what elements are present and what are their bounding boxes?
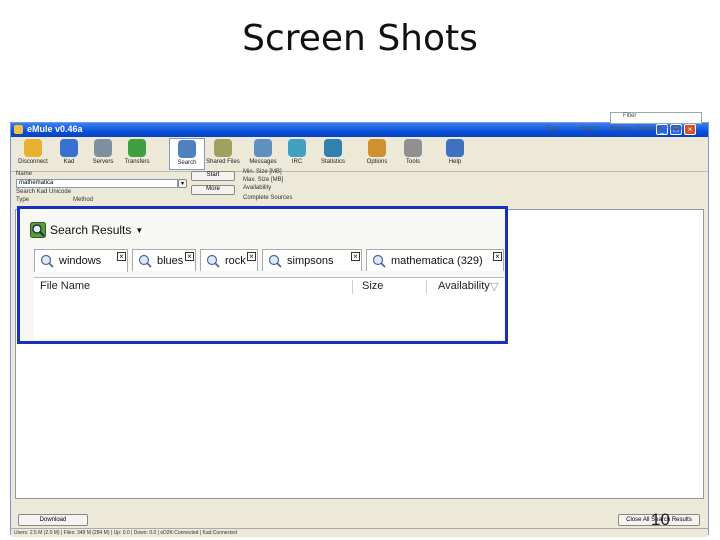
kad-icon: [60, 139, 78, 157]
tab-simpsons[interactable]: simpsons ×: [262, 249, 362, 271]
irc-icon: [288, 139, 306, 157]
sort-arrow-icon: ▽: [490, 281, 499, 293]
zoom-callout: Search Results ▼ windows × blues × rock × simps…: [17, 206, 508, 344]
toolbar-label: Tools: [405, 159, 420, 165]
toolbar-label: Disconnect: [18, 159, 48, 165]
tab-close-icon[interactable]: ×: [247, 252, 256, 261]
search-unicode-checkbox[interactable]: Search Kad Unicode: [16, 189, 71, 195]
search-results-icon: [30, 222, 46, 238]
toolbar-options-button[interactable]: Options: [359, 138, 395, 170]
tab-close-icon[interactable]: ×: [185, 252, 194, 261]
col-type[interactable]: Type: [546, 126, 559, 132]
col-file-name[interactable]: File Name: [40, 280, 90, 292]
filter-availability: Availability: [243, 185, 272, 191]
statistics-icon: [324, 139, 342, 157]
app-icon: [14, 125, 23, 134]
toolbar-servers-button[interactable]: Servers: [85, 138, 121, 170]
dropdown-icon[interactable]: ▾: [178, 179, 187, 188]
tab-rock[interactable]: rock ×: [200, 249, 258, 271]
tab-label: blues: [157, 255, 184, 267]
tab-blues[interactable]: blues ×: [132, 249, 196, 271]
search-tabs: windows × blues × rock × simpsons × mathematica …: [34, 249, 504, 273]
toolbar-label: Search: [177, 160, 197, 166]
shared-files-icon: [214, 139, 232, 157]
search-name-input[interactable]: mathematica: [16, 179, 178, 188]
messages-icon: [254, 139, 272, 157]
tab-windows[interactable]: windows ×: [34, 249, 128, 272]
toolbar-help-button[interactable]: Help: [437, 138, 473, 170]
search-tab-icon: [206, 254, 220, 268]
name-label: Name: [16, 171, 33, 177]
toolbar-label: Servers: [92, 159, 114, 165]
tab-close-icon[interactable]: ×: [117, 252, 126, 261]
tab-label: simpsons: [287, 255, 334, 267]
toolbar-label: Transfers: [124, 159, 150, 165]
method-label: Method: [73, 197, 94, 203]
column-divider[interactable]: [352, 280, 353, 294]
toolbar-label: Kad: [63, 159, 75, 165]
results-list[interactable]: [34, 295, 504, 339]
toolbar-label: Statistics: [320, 159, 345, 165]
toolbar-irc-button[interactable]: IRC: [279, 138, 315, 170]
col-complete[interactable]: Complete: [636, 126, 662, 132]
tab-mathematica[interactable]: mathematica (329) ×: [366, 249, 504, 271]
transfers-icon: [128, 139, 146, 157]
tab-close-icon[interactable]: ×: [351, 252, 360, 261]
search-results-header[interactable]: Search Results ▼: [30, 222, 143, 242]
slide-title: Screen Shots: [242, 18, 478, 59]
toolbar-transfers-button[interactable]: Transfers: [119, 138, 155, 170]
filter-complete-sources: Complete Sources: [243, 195, 293, 201]
tab-label: windows: [59, 255, 102, 267]
tab-label: rock: [225, 255, 246, 267]
filter-input[interactable]: Filter: [610, 112, 702, 124]
dropdown-arrow-icon[interactable]: ▼: [135, 226, 143, 235]
disconnect-icon: [24, 139, 42, 157]
help-icon: [446, 139, 464, 157]
more-button[interactable]: More: [191, 185, 235, 195]
status-bar: Users: 2.5 M (2.0 M) | Files: 348 M (284…: [11, 528, 708, 537]
tools-icon: [404, 139, 422, 157]
page-number: 10: [651, 510, 670, 529]
tab-label: mathematica (329): [391, 255, 483, 267]
search-tab-icon: [40, 254, 54, 268]
search-results-label: Search Results: [50, 223, 132, 237]
col-sources[interactable]: Sources: [610, 126, 632, 132]
column-divider[interactable]: [426, 280, 427, 294]
search-tab-icon: [372, 254, 386, 268]
search-icon: [178, 140, 196, 158]
toolbar-disconnect-button[interactable]: Disconnect: [15, 138, 51, 170]
toolbar-label: Help: [448, 159, 462, 165]
tab-close-icon[interactable]: ×: [493, 252, 502, 261]
toolbar-tools-button[interactable]: Tools: [395, 138, 431, 170]
col-search[interactable]: Search: [580, 126, 599, 132]
start-button[interactable]: Start: [191, 171, 235, 181]
type-label: Type: [16, 197, 30, 203]
search-tab-icon: [138, 254, 152, 268]
search-tab-icon: [268, 254, 282, 268]
filter-max-size: Max. Size [MB]: [243, 177, 284, 183]
toolbar-label: Options: [366, 159, 388, 165]
download-button[interactable]: Download: [18, 514, 88, 526]
col-size[interactable]: Size: [362, 280, 383, 292]
toolbar-statistics-button[interactable]: Statistics: [315, 138, 351, 170]
results-column-header: File Name Size Availability ▽: [34, 277, 504, 297]
filter-min-size: Min. Size [MB]: [243, 169, 282, 175]
options-icon: [368, 139, 386, 157]
col-folder[interactable]: Folder: [666, 126, 683, 132]
toolbar-label: Messages: [249, 159, 277, 165]
status-text: Users: 2.5 M (2.0 M) | Files: 348 M (284…: [14, 530, 237, 536]
toolbar-shared-files-button[interactable]: Shared Files: [205, 138, 241, 170]
col-availability[interactable]: Availability: [438, 280, 490, 292]
main-toolbar: Disconnect Kad Servers Transfers Search Share…: [11, 137, 708, 172]
window-title: eMule v0.46a: [27, 124, 83, 134]
close-button[interactable]: ×: [684, 124, 696, 135]
toolbar-kad-button[interactable]: Kad: [51, 138, 87, 170]
window-titlebar[interactable]: eMule v0.46a _ □ ×: [11, 123, 708, 137]
toolbar-messages-button[interactable]: Messages: [245, 138, 281, 170]
toolbar-label: Shared Files: [206, 159, 240, 165]
servers-icon: [94, 139, 112, 157]
toolbar-search-button[interactable]: Search: [169, 138, 205, 170]
toolbar-label: IRC: [291, 159, 303, 165]
